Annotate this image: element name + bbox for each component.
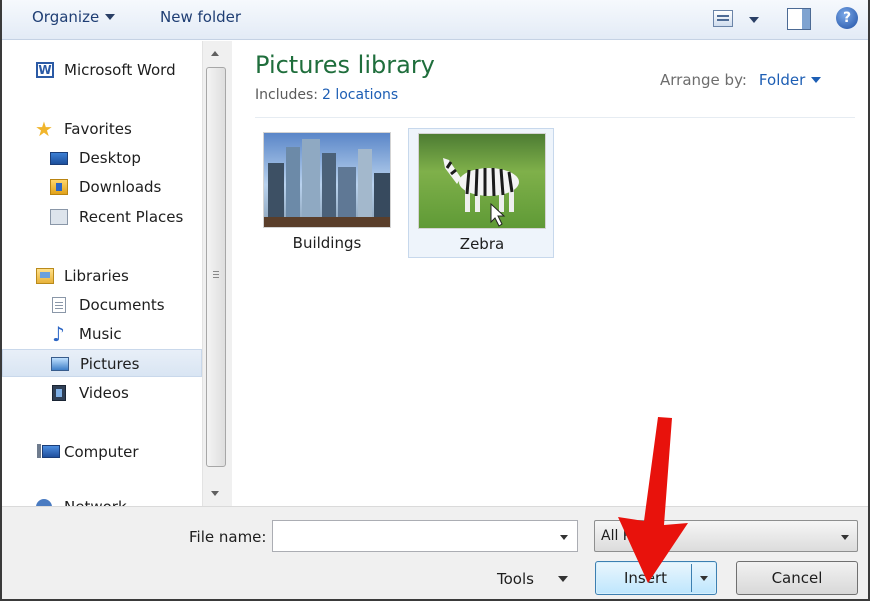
split-divider	[691, 564, 692, 592]
sidebar-item-documents[interactable]: Documents	[2, 291, 202, 319]
sidebar-item-label: Desktop	[79, 149, 141, 167]
sidebar-item-label: Microsoft Word	[64, 61, 176, 79]
insert-options-chevron-icon[interactable]	[700, 576, 708, 581]
computer-icon	[37, 444, 60, 458]
chevron-down-icon[interactable]	[811, 77, 822, 83]
sidebar-item-libraries[interactable]: Libraries	[2, 262, 202, 290]
library-includes: Includes: 2 locations	[255, 87, 398, 103]
sidebar-item-label: Libraries	[64, 267, 129, 285]
file-name: Zebra	[459, 235, 505, 253]
header-divider	[255, 117, 855, 118]
sidebar-item-label: Pictures	[80, 355, 140, 373]
sidebar-item-desktop[interactable]: Desktop	[2, 144, 202, 172]
zebra-thumbnail	[418, 133, 546, 229]
sidebar-item-label: Favorites	[64, 120, 132, 138]
insert-label: Insert	[624, 569, 668, 587]
chevron-down-icon	[105, 14, 116, 20]
file-list-pane: Pictures library Includes: 2 locations Ar…	[233, 41, 868, 506]
sidebar-item-favorites[interactable]: ★ Favorites	[2, 115, 202, 143]
file-name-input[interactable]	[273, 521, 553, 551]
preview-pane-icon[interactable]	[787, 8, 811, 30]
sidebar-item-videos[interactable]: Videos	[2, 379, 202, 407]
desktop-icon	[50, 152, 68, 165]
sidebar-item-pictures[interactable]: Pictures	[2, 349, 202, 377]
insert-button[interactable]: Insert	[595, 561, 717, 595]
scrollbar-thumb[interactable]	[206, 67, 226, 467]
recent-places-icon	[50, 209, 68, 225]
downloads-icon	[50, 179, 68, 195]
organize-menu[interactable]: Organize	[32, 8, 116, 26]
documents-icon	[52, 297, 66, 313]
buildings-thumbnail	[263, 132, 391, 228]
scroll-down-icon[interactable]	[211, 491, 219, 496]
file-item-zebra[interactable]: Zebra	[408, 128, 554, 258]
dialog-footer: File name: All Pictures Tools Insert Can…	[2, 506, 868, 599]
file-dialog: Organize New folder ? W Microsoft Word ★…	[0, 0, 870, 601]
file-name-label: File name:	[189, 528, 267, 546]
locations-link[interactable]: 2 locations	[322, 87, 398, 103]
music-icon: ♪	[52, 322, 65, 346]
new-folder-button[interactable]: New folder	[160, 8, 241, 26]
chevron-down-icon	[557, 576, 568, 582]
navigation-pane: W Microsoft Word ★ Favorites Desktop Dow…	[2, 41, 202, 516]
arrange-by-dropdown[interactable]: Folder	[759, 71, 805, 89]
videos-icon	[52, 385, 66, 401]
includes-label: Includes:	[255, 87, 318, 103]
organize-label: Organize	[32, 8, 100, 26]
sidebar-item-downloads[interactable]: Downloads	[2, 173, 202, 201]
tools-menu[interactable]: Tools	[497, 570, 568, 588]
chevron-down-icon[interactable]	[841, 535, 849, 540]
sidebar-item-label: Downloads	[79, 178, 162, 196]
arrange-by: Arrange by: Folder	[660, 71, 822, 89]
libraries-icon	[36, 268, 54, 284]
sidebar-item-label: Documents	[79, 296, 165, 314]
tools-label: Tools	[497, 570, 534, 588]
sidebar-item-recent-places[interactable]: Recent Places	[2, 203, 202, 231]
view-options-chevron-icon[interactable]	[749, 17, 759, 23]
file-type-filter[interactable]: All Pictures	[594, 520, 858, 552]
sidebar-item-label: Videos	[79, 384, 129, 402]
cancel-button[interactable]: Cancel	[736, 561, 858, 595]
grip-icon	[213, 271, 219, 272]
change-view-icon[interactable]	[713, 10, 733, 27]
word-icon: W	[36, 62, 54, 78]
sidebar-item-computer[interactable]: Computer	[2, 438, 202, 466]
file-name-combobox[interactable]	[272, 520, 578, 552]
file-item-buildings[interactable]: Buildings	[254, 128, 400, 258]
sidebar-item-microsoft-word[interactable]: W Microsoft Word	[2, 56, 202, 84]
sidebar-item-label: Recent Places	[79, 208, 184, 226]
file-type-value: All Pictures	[601, 528, 679, 544]
sidebar-item-music[interactable]: ♪ Music	[2, 320, 202, 348]
arrange-label: Arrange by:	[660, 71, 747, 89]
scroll-up-icon[interactable]	[211, 51, 219, 56]
chevron-down-icon[interactable]	[560, 535, 568, 540]
sidebar-item-label: Computer	[64, 443, 139, 461]
page-title: Pictures library	[255, 51, 435, 79]
file-name: Buildings	[292, 234, 362, 252]
sidebar-item-label: Music	[79, 325, 122, 343]
navigation-scrollbar[interactable]	[202, 41, 232, 506]
toolbar: Organize New folder ?	[2, 0, 868, 40]
help-icon[interactable]: ?	[836, 7, 858, 29]
star-icon: ★	[35, 117, 53, 141]
pictures-icon	[51, 357, 69, 371]
